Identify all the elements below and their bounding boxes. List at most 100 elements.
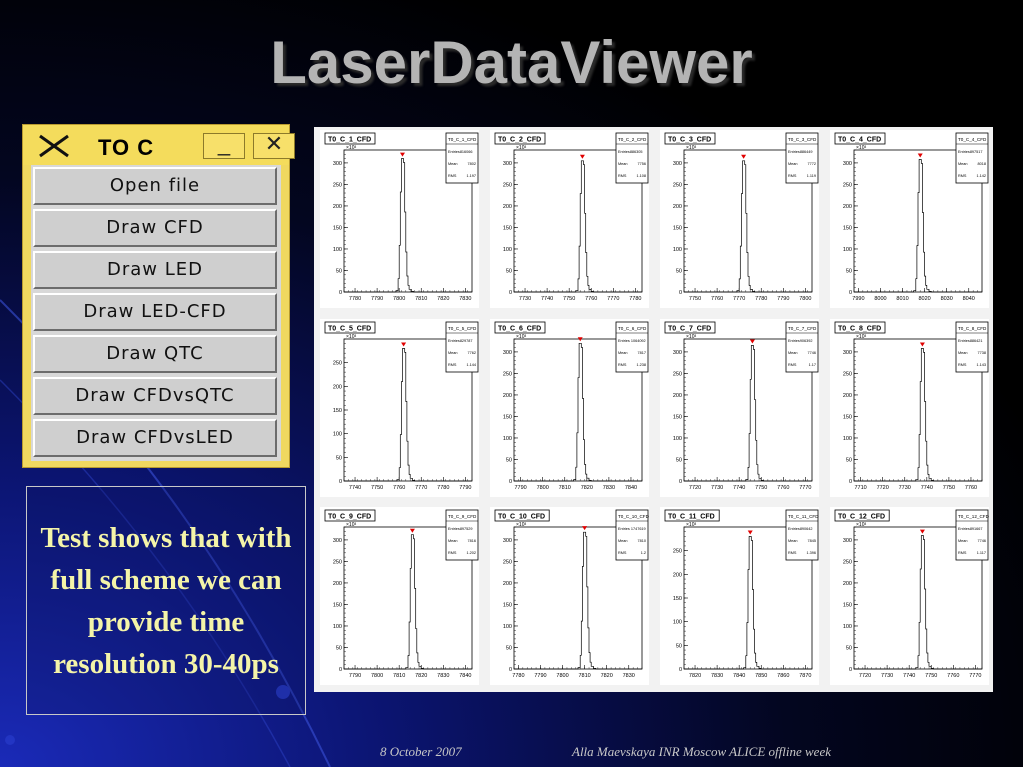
y-tick-label: 100 xyxy=(673,436,682,442)
stats-rms-label: RMS xyxy=(448,551,457,555)
histogram-chart: T0_C_4_CFD T0_C_4_CFD Entries897517 Mean 801… xyxy=(834,132,989,302)
histogram-chart: T0_C_5_CFD T0_C_5_CFD Entries829787 Mean 776… xyxy=(324,321,479,491)
y-tick-label: 300 xyxy=(843,538,852,544)
y-tick-label: 300 xyxy=(333,161,342,167)
stats-title: T0_C_1_CFD xyxy=(448,137,477,142)
x-tick-label: 7990 xyxy=(852,296,864,302)
draw-cfdvsled-button[interactable]: Draw CFDvsLED xyxy=(33,419,277,457)
x-tick-label: 7760 xyxy=(777,485,789,491)
plot-title: T0_C_12_CFD xyxy=(838,514,885,521)
y-tick-label: 100 xyxy=(843,247,852,253)
open-file-button[interactable]: Open file xyxy=(33,167,277,205)
y-tick-label: 50 xyxy=(506,457,512,463)
y-tick-label: 300 xyxy=(503,161,512,167)
histogram-pad: T0_C_1_CFD T0_C_1_CFD Entries816066 Mean 780… xyxy=(320,130,479,308)
close-button[interactable]: ✕ xyxy=(253,133,295,159)
y-tick-label: 250 xyxy=(333,182,342,188)
histogram-chart: T0_C_11_CFD T0_C_11_CFD Entries890642 Mean 7… xyxy=(664,509,819,679)
x-tick-label: 7760 xyxy=(947,673,959,679)
stats-rms: 1.197 xyxy=(466,174,476,178)
histogram-pad: T0_C_8_CFD T0_C_8_CFD Entries886421 Mean 773… xyxy=(830,319,989,497)
stats-title: T0_C_11_CFD xyxy=(788,514,819,519)
x-tick-label: 7770 xyxy=(969,673,981,679)
x-tick-label: 7800 xyxy=(537,485,549,491)
y-tick-label: 200 xyxy=(333,581,342,587)
stats-entries: Entries816066 xyxy=(448,150,473,154)
y-tick-label: 300 xyxy=(333,538,342,544)
panel-titlebar[interactable]: TO C _ ✕ xyxy=(23,125,295,165)
y-exponent: ×10³ xyxy=(686,334,696,340)
y-tick-label: 200 xyxy=(333,384,342,390)
x-tick-label: 7820 xyxy=(415,673,427,679)
histogram-pad: T0_C_3_CFD T0_C_3_CFD Entries886449 Mean 777… xyxy=(660,130,819,308)
stats-title: T0_C_4_CFD xyxy=(958,137,987,142)
y-exponent: ×10³ xyxy=(516,145,526,151)
x-tick-label: 7820 xyxy=(601,673,613,679)
footer-date: 8 October 2007 xyxy=(380,744,462,759)
plot-title: T0_C_7_CFD xyxy=(668,326,711,333)
x-tick-label: 7750 xyxy=(925,673,937,679)
y-tick-label: 150 xyxy=(843,602,852,608)
histogram-chart: T0_C_7_CFD T0_C_7_CFD Entries906392 Mean 774… xyxy=(664,321,819,491)
y-tick-label: 100 xyxy=(673,620,682,626)
draw-led-cfd-button[interactable]: Draw LED-CFD xyxy=(33,293,277,331)
y-exponent: ×10³ xyxy=(856,145,866,151)
y-tick-label: 300 xyxy=(503,538,512,544)
draw-cfdvsqtc-button[interactable]: Draw CFDvsQTC xyxy=(33,377,277,415)
x-tick-label: 7760 xyxy=(393,485,405,491)
draw-cfd-button[interactable]: Draw CFD xyxy=(33,209,277,247)
x-tick-label: 8010 xyxy=(896,296,908,302)
stats-mean-label: Mean xyxy=(448,162,458,166)
stats-title: T0_C_5_CFD xyxy=(448,326,477,331)
x-tick-label: 7740 xyxy=(921,485,933,491)
stats-mean-label: Mean xyxy=(788,539,798,543)
plot-title: T0_C_1_CFD xyxy=(328,137,371,144)
plot-title: T0_C_11_CFD xyxy=(668,514,715,521)
x-tick-label: 7800 xyxy=(799,296,811,302)
plot-title: T0_C_3_CFD xyxy=(668,137,711,144)
y-tick-label: 50 xyxy=(846,645,852,651)
y-tick-label: 100 xyxy=(503,624,512,630)
minimize-button[interactable]: _ xyxy=(203,133,245,159)
y-tick-label: 100 xyxy=(843,436,852,442)
stats-mean-label: Mean xyxy=(958,351,968,355)
x-tick-label: 7810 xyxy=(393,673,405,679)
histogram-pad: T0_C_12_CFD T0_C_12_CFD Entries891667 Mean 7… xyxy=(830,507,989,685)
y-tick-label: 50 xyxy=(846,268,852,274)
x-tick-label: 7780 xyxy=(629,296,641,302)
histogram-pad: T0_C_7_CFD T0_C_7_CFD Entries906392 Mean 774… xyxy=(660,319,819,497)
stats-rms-label: RMS xyxy=(618,551,627,555)
stats-entries: Entries897517 xyxy=(958,150,983,154)
stats-mean: 7746 xyxy=(808,351,816,355)
y-tick-label: 0 xyxy=(339,290,342,296)
x-tick-label: 7850 xyxy=(755,673,767,679)
x-tick-label: 7750 xyxy=(371,485,383,491)
x-tick-label: 7770 xyxy=(607,296,619,302)
x-tick-label: 7780 xyxy=(755,296,767,302)
stats-entries: Entries886421 xyxy=(958,339,983,343)
stats-rms: 1.396 xyxy=(806,551,816,555)
y-exponent: ×10³ xyxy=(346,334,356,340)
histogram-chart: T0_C_2_CFD T0_C_2_CFD Entries886305 Mean 775… xyxy=(494,132,649,302)
y-tick-label: 100 xyxy=(673,247,682,253)
stats-entries: Entries886449 xyxy=(788,150,813,154)
stats-mean: 7816 xyxy=(468,539,476,543)
y-tick-label: 0 xyxy=(849,667,852,673)
plot-title: T0_C_9_CFD xyxy=(328,514,371,521)
draw-led-button[interactable]: Draw LED xyxy=(33,251,277,289)
x-tick-label: 7730 xyxy=(899,485,911,491)
x-tick-label: 7740 xyxy=(541,296,553,302)
x-tick-label: 7750 xyxy=(689,296,701,302)
y-tick-label: 200 xyxy=(673,393,682,399)
stats-mean-label: Mean xyxy=(448,539,458,543)
y-exponent: ×10³ xyxy=(686,522,696,528)
draw-qtc-button[interactable]: Draw QTC xyxy=(33,335,277,373)
stats-rms-label: RMS xyxy=(788,363,797,367)
y-tick-label: 250 xyxy=(843,182,852,188)
y-tick-label: 0 xyxy=(339,667,342,673)
note-box: Test shows that with full scheme we can … xyxy=(26,486,306,715)
histogram-chart: T0_C_3_CFD T0_C_3_CFD Entries886449 Mean 777… xyxy=(664,132,819,302)
stats-rms: 1.119 xyxy=(807,174,816,178)
y-tick-label: 50 xyxy=(676,457,682,463)
stats-rms: 1.108 xyxy=(636,174,646,178)
